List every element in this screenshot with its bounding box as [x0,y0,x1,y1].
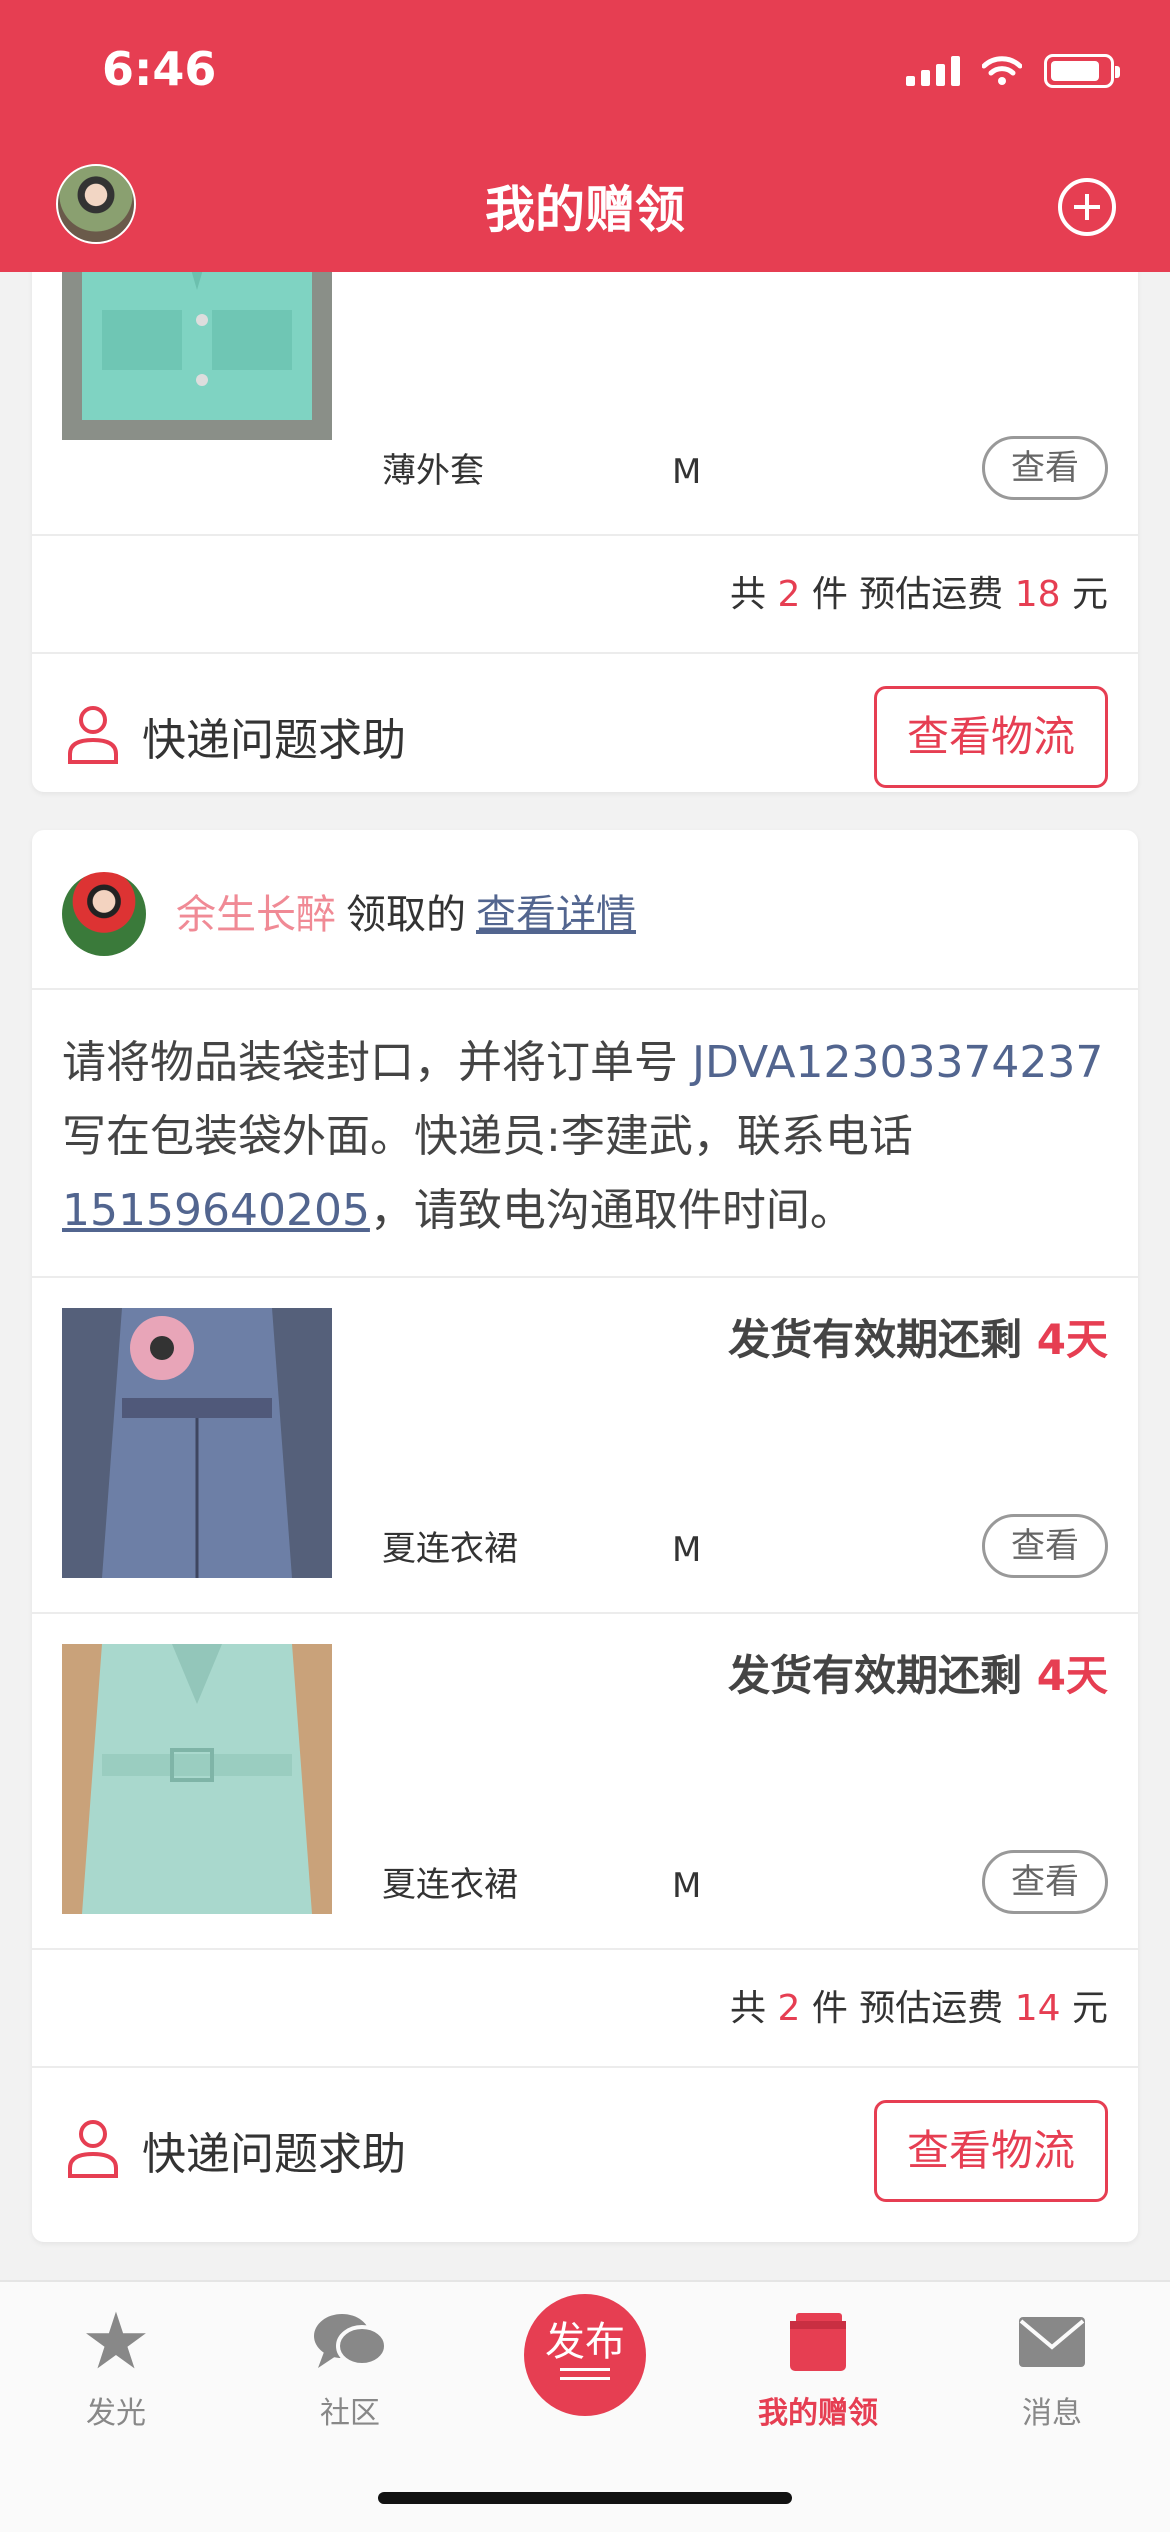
page-title: 我的赠领 [485,181,685,239]
order-number: JDVA12303374237 [692,1037,1104,1088]
star-icon: ★ [81,2297,151,2387]
summary-suffix: 元 [1071,574,1108,615]
claimer-avatar[interactable] [62,872,146,956]
gift-box-icon [790,2313,846,2371]
view-logistics-button[interactable]: 查看物流 [874,2100,1108,2202]
order-card-2: 余生长醉 领取的 查看详情 请将物品装袋封口，并将订单号 JDVA123033742… [32,830,1138,2242]
status-time: 6:46 [102,42,217,96]
order-card-1: 薄外套 M 查看 共 2 件 预估运费 18 元 快递问题求助 查看物流 [32,200,1138,792]
status-icons [906,54,1120,88]
view-logistics-button[interactable]: 查看物流 [874,686,1108,788]
product-size: M [672,452,702,492]
shipping-fee: 18 [1014,574,1061,615]
card-footer: 快递问题求助 查看物流 [32,654,1138,792]
chat-bubble-icon [314,2314,388,2368]
product-row[interactable]: 发货有效期还剩 4天 夏连衣裙 M 查看 [32,1614,1138,1950]
view-button[interactable]: 查看 [982,1850,1108,1914]
tab-messages[interactable]: 消息 [972,2302,1132,2432]
card-footer: 快递问题求助 查看物流 [32,2068,1138,2240]
deadline-days: 4天 [1036,1651,1108,1700]
courier-help-link[interactable]: 快递问题求助 [142,2118,406,2182]
deadline-label: 发货有效期还剩 [728,1651,1037,1700]
product-size: M [672,1866,702,1906]
tab-community[interactable]: 社区 [270,2302,430,2432]
packing-instructions: 请将物品装袋封口，并将订单号 JDVA12303374237 写在包装袋外面。快… [32,990,1138,1278]
claim-text: 余生长醉 领取的 查看详情 [176,882,636,940]
add-icon[interactable] [1058,178,1116,236]
product-name: 薄外套 [382,451,484,491]
product-name: 夏连衣裙 [382,1865,518,1905]
summary-suffix: 元 [1071,1988,1108,2029]
summary-prefix: 共 [729,1988,766,2029]
item-count: 2 [777,574,801,615]
person-icon[interactable] [66,704,120,764]
view-button[interactable]: 查看 [982,1514,1108,1578]
instruction-text: 请将物品装袋封口，并将订单号 [62,1037,692,1088]
top-header: 6:46 我的赠领 [0,0,1170,272]
battery-icon [1044,54,1120,88]
mail-icon [1019,2317,1085,2367]
bottom-tab-bar: ★ 发光 社区 发布 我的赠领 消息 [0,2280,1170,2532]
tab-glow[interactable]: ★ 发光 [36,2302,196,2432]
product-row[interactable]: 发货有效期还剩 4天 夏连衣裙 M 查看 [32,1278,1138,1614]
summary-prefix: 共 [729,574,766,615]
signal-icon [906,56,960,86]
view-button[interactable]: 查看 [982,436,1108,500]
home-indicator [378,2492,792,2504]
claim-verb: 领取的 [346,892,466,938]
tab-my-gifts[interactable]: 我的赠领 [738,2302,898,2432]
wifi-icon [982,56,1022,85]
tab-label: 我的赠领 [758,2396,878,2431]
claimer-name[interactable]: 余生长醉 [176,892,336,938]
summary-mid: 件 预估运费 [811,574,1004,615]
product-name: 夏连衣裙 [382,1529,518,1569]
order-summary: 共 2 件 预估运费 18 元 [32,536,1138,654]
courier-help-link[interactable]: 快递问题求助 [142,704,406,768]
tab-label: 发光 [86,2396,146,2431]
ship-deadline: 发货有效期还剩 4天 [728,1306,1108,1367]
tab-label: 消息 [1022,2396,1082,2431]
summary-mid: 件 预估运费 [811,1988,1004,2029]
view-details-link[interactable]: 查看详情 [476,892,636,938]
deadline-label: 发货有效期还剩 [728,1315,1037,1364]
person-icon[interactable] [66,2118,120,2178]
denim-dress-photo [62,1308,332,1578]
item-count: 2 [777,1988,801,2029]
deadline-days: 4天 [1036,1315,1108,1364]
publish-icon [560,2368,610,2380]
mint-dress-photo [62,1644,332,1914]
publish-label: 发布 [545,2319,625,2365]
ship-deadline: 发货有效期还剩 4天 [728,1642,1108,1703]
courier-phone-link[interactable]: 15159640205 [62,1185,370,1236]
instruction-text: 写在包装袋外面。快递员:李建武，联系电话 [62,1111,913,1162]
instruction-text: ，请致电沟通取件时间。 [369,1185,854,1236]
order-summary: 共 2 件 预估运费 14 元 [32,1950,1138,2068]
product-size: M [672,1530,702,1570]
tab-label: 社区 [320,2396,380,2431]
shipping-fee: 14 [1014,1988,1061,2029]
claim-header: 余生长醉 领取的 查看详情 [32,830,1138,990]
publish-button[interactable]: 发布 [524,2294,646,2416]
